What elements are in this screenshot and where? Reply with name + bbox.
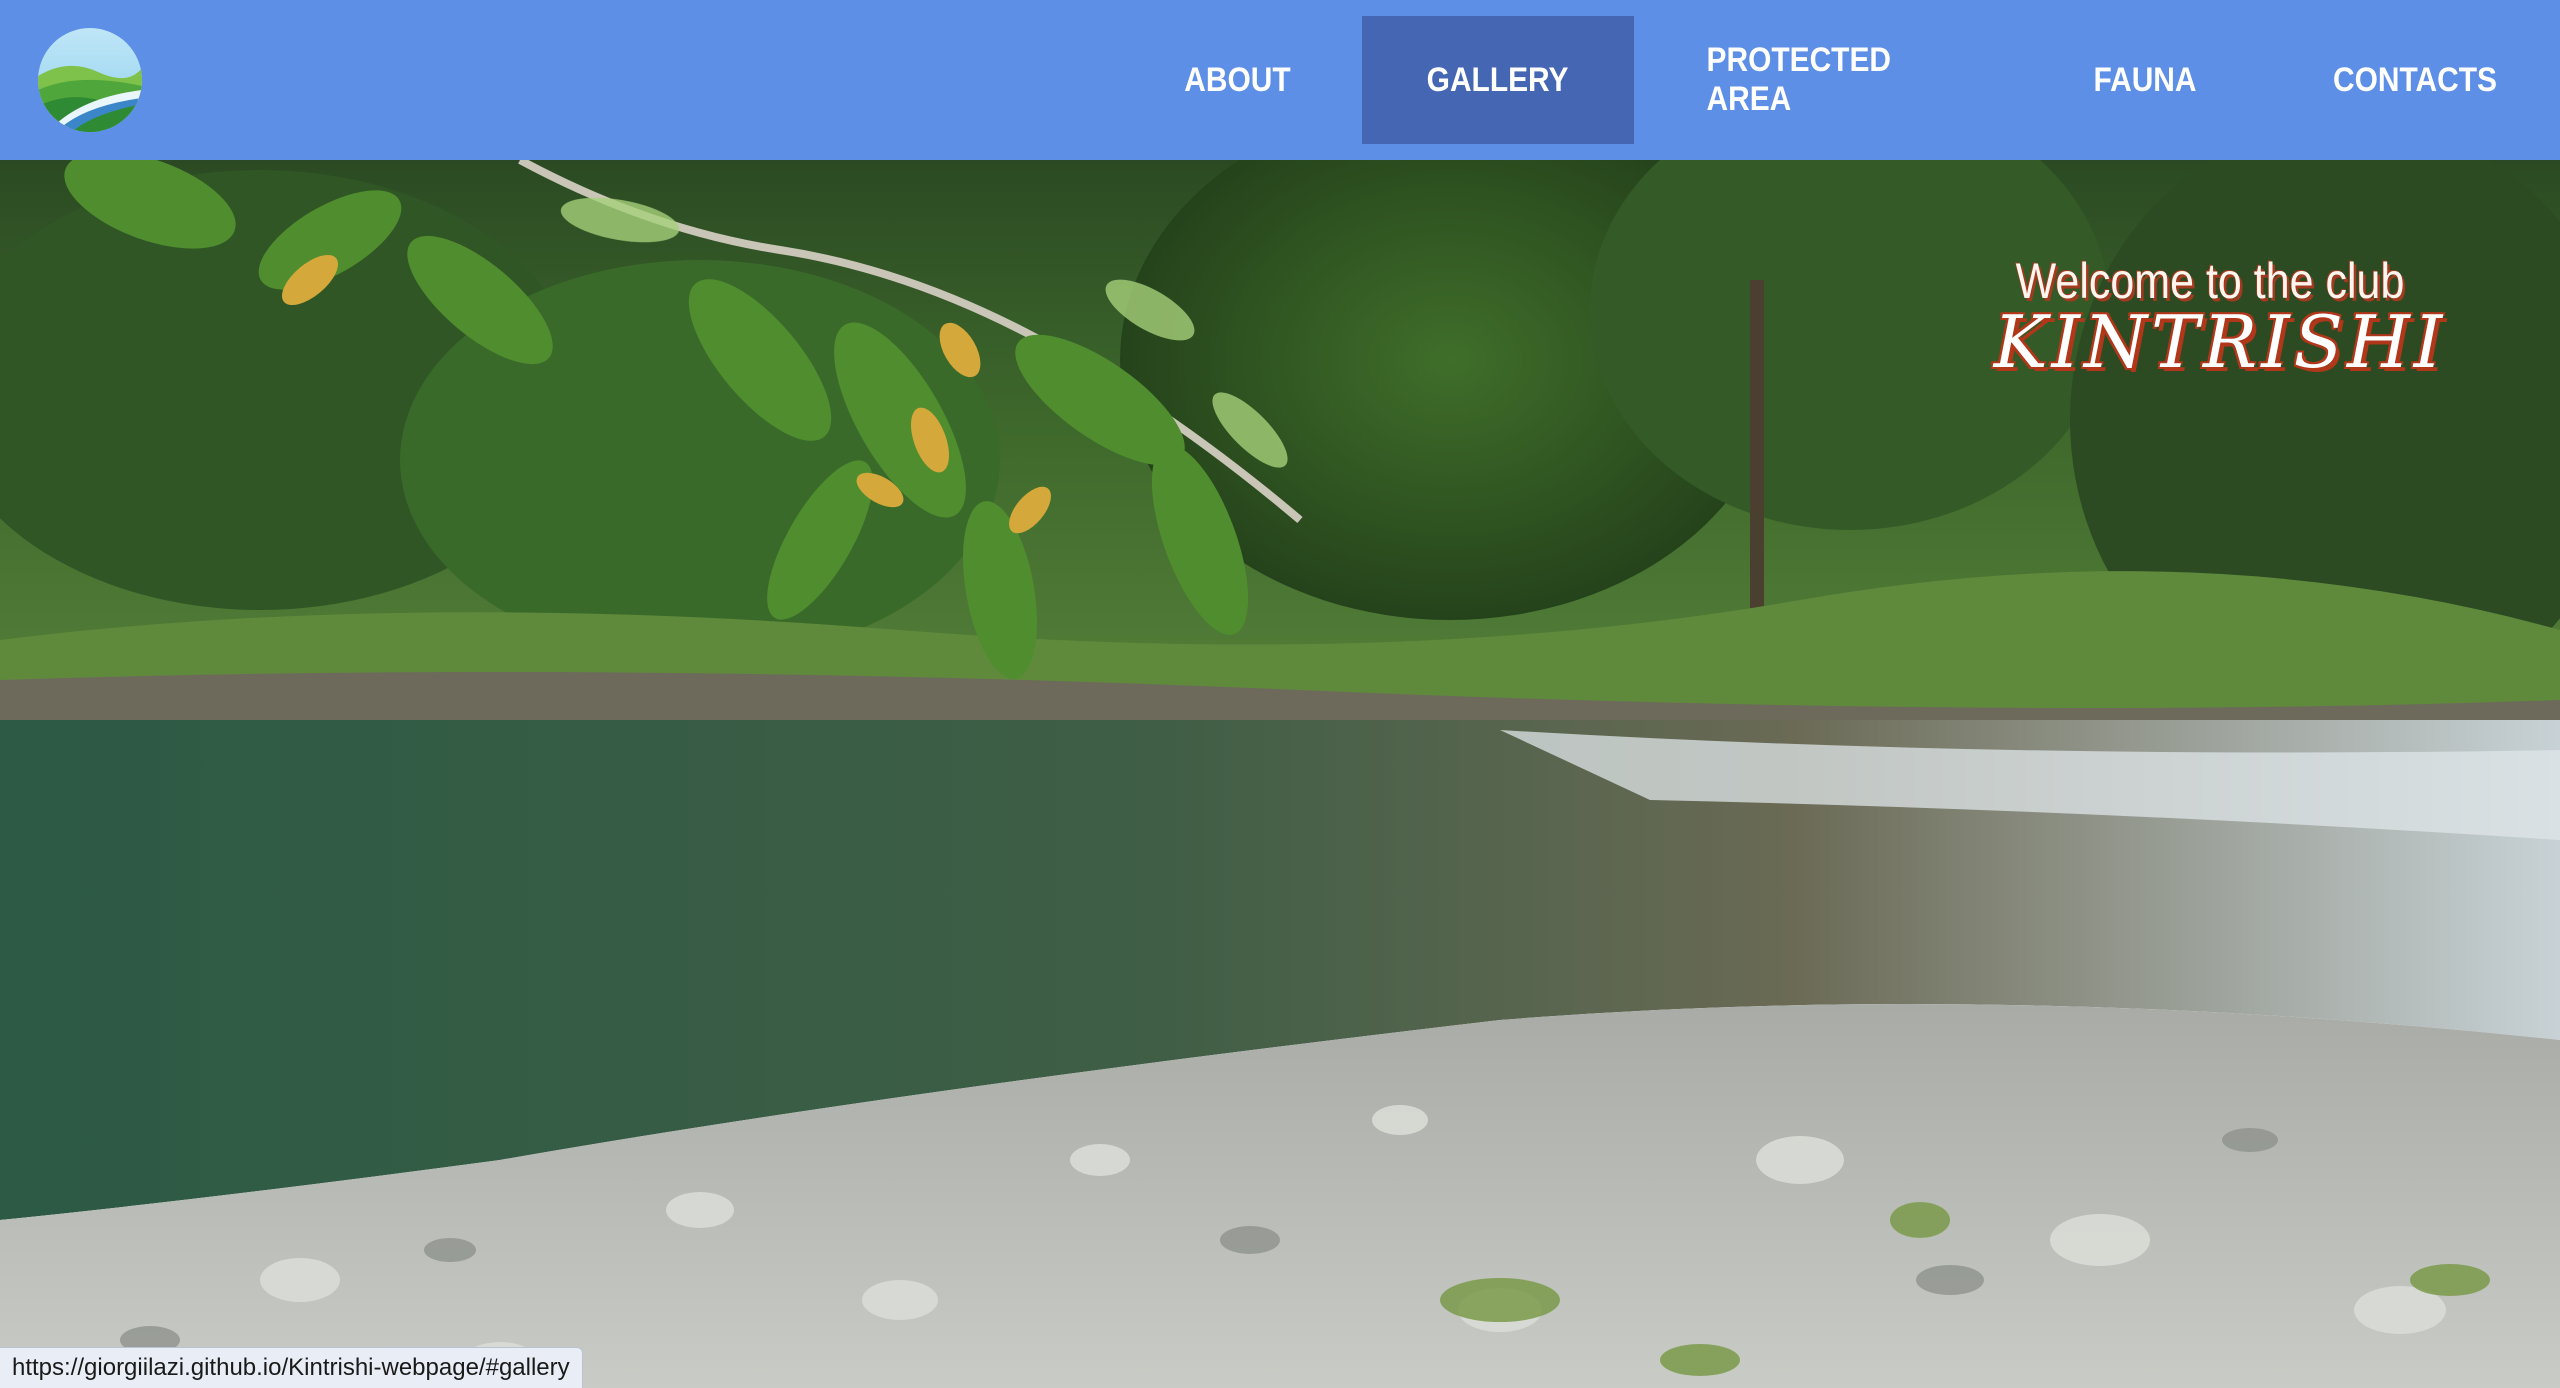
page: ABOUT GALLERY PROTECTED AREA FAUNA CONTA… — [0, 0, 2560, 1388]
landscape-logo-icon[interactable] — [38, 28, 142, 132]
navbar: ABOUT GALLERY PROTECTED AREA FAUNA CONTA… — [0, 0, 2560, 160]
hero-section: Welcome to the club KINTRISHI — [0, 160, 2560, 1388]
nav-contacts[interactable]: CONTACTS — [2331, 16, 2498, 144]
nav-fauna[interactable]: FAUNA — [2070, 16, 2220, 144]
nav-about[interactable]: ABOUT — [1161, 16, 1315, 144]
link-preview-url: https://giorgiilazi.github.io/Kintrishi-… — [0, 1347, 583, 1388]
nav-gallery[interactable]: GALLERY — [1362, 16, 1634, 144]
nav-protected-area[interactable]: PROTECTED AREA — [1707, 16, 1949, 144]
club-name-title: KINTRISHI — [1993, 300, 2447, 384]
